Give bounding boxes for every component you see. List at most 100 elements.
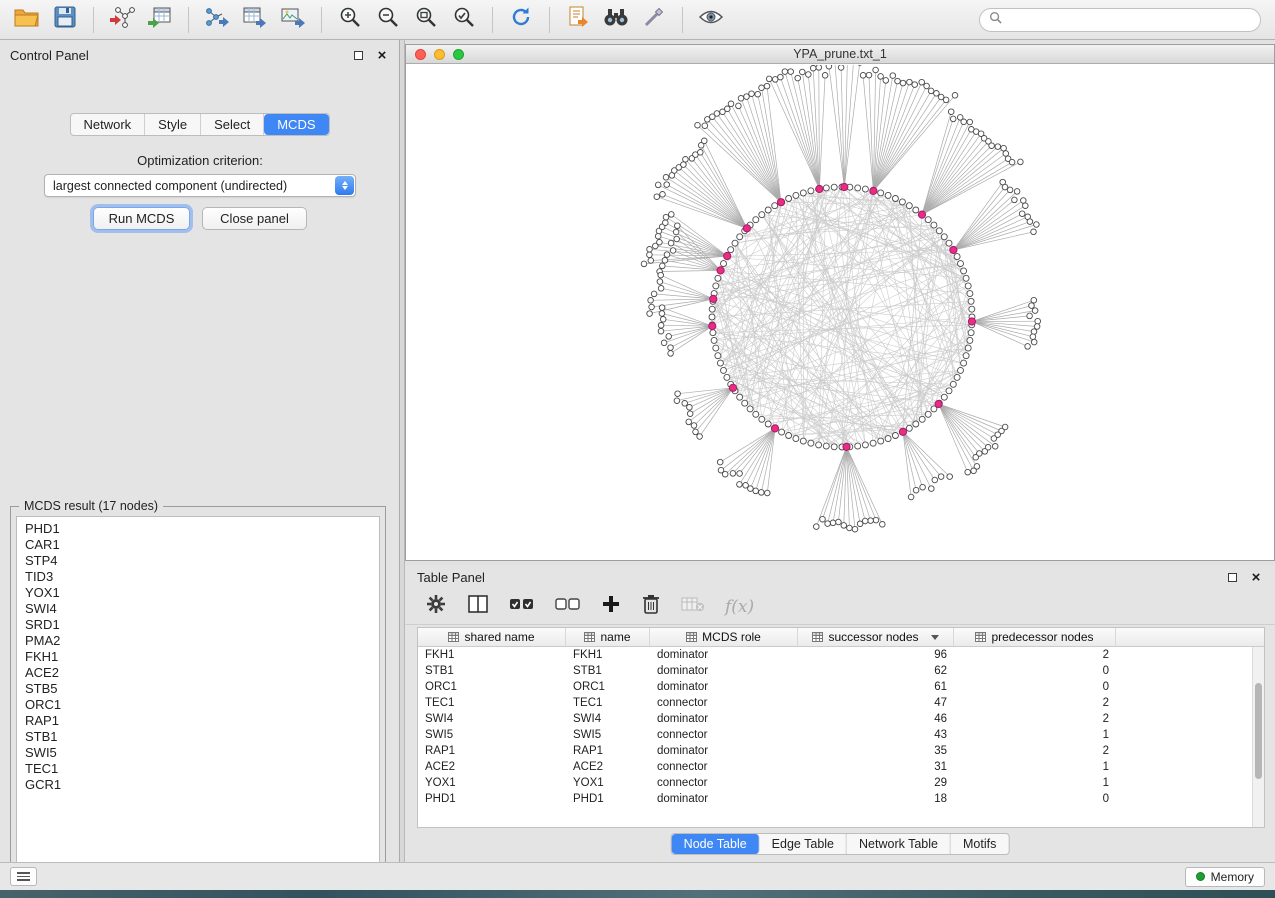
import-table-icon xyxy=(147,5,173,34)
mcds-result-item[interactable]: SRD1 xyxy=(17,617,379,633)
table-row[interactable]: YOX1YOX1connector291 xyxy=(418,775,1264,791)
float-panel-button[interactable] xyxy=(351,48,365,62)
table-row[interactable]: SWI4SWI4dominator462 xyxy=(418,711,1264,727)
table-settings-button[interactable] xyxy=(425,593,447,620)
show-hide-button[interactable] xyxy=(693,4,729,36)
tab-style[interactable]: Style xyxy=(145,114,201,135)
refresh-button[interactable] xyxy=(503,4,539,36)
network-window-title: YPA_prune.txt_1 xyxy=(793,47,887,61)
function-builder-button[interactable]: f(x) xyxy=(725,597,754,617)
zoom-fit-button[interactable] xyxy=(408,4,444,36)
table-panel: Table Panel × f(x) shared name name MCDS… xyxy=(405,565,1275,862)
mcds-result-item[interactable]: STP4 xyxy=(17,553,379,569)
float-table-panel-button[interactable] xyxy=(1225,570,1239,584)
table-cell: ACE2 xyxy=(418,761,566,773)
import-table-button[interactable] xyxy=(142,4,178,36)
table-row[interactable]: PHD1PHD1dominator180 xyxy=(418,791,1264,807)
table-row[interactable]: ACE2ACE2connector311 xyxy=(418,759,1264,775)
mcds-result-item[interactable]: STB1 xyxy=(17,729,379,745)
table-row[interactable]: ORC1ORC1dominator610 xyxy=(418,679,1264,695)
export-table-button[interactable] xyxy=(237,4,273,36)
mcds-result-item[interactable]: GCR1 xyxy=(17,777,379,793)
tab-edge-table[interactable]: Edge Table xyxy=(760,834,847,854)
close-panel-action-button[interactable]: Close panel xyxy=(202,207,307,230)
table-cell: connector xyxy=(650,777,798,789)
search-field[interactable] xyxy=(979,8,1261,32)
open-file-button[interactable] xyxy=(9,4,45,36)
zoom-selected-button[interactable] xyxy=(446,4,482,36)
mcds-result-item[interactable]: SWI5 xyxy=(17,745,379,761)
close-panel-button[interactable]: × xyxy=(375,48,389,62)
delete-column-button[interactable] xyxy=(641,593,661,620)
save-session-button[interactable] xyxy=(47,4,83,36)
tab-select[interactable]: Select xyxy=(201,114,264,135)
mcds-result-list[interactable]: PHD1CAR1STP4TID3YOX1SWI4SRD1PMA2FKH1ACE2… xyxy=(16,516,380,872)
deselect-all-button[interactable] xyxy=(555,596,581,617)
memory-button[interactable]: Memory xyxy=(1185,867,1265,887)
run-mcds-button[interactable]: Run MCDS xyxy=(93,207,190,230)
node-table-body: FKH1FKH1dominator962STB1STB1dominator620… xyxy=(418,647,1264,807)
export-image-icon xyxy=(280,5,306,34)
dropdown-stepper-icon[interactable] xyxy=(335,176,354,195)
column-header-predecessor-nodes[interactable]: predecessor nodes xyxy=(954,628,1116,646)
export-image-button[interactable] xyxy=(275,4,311,36)
close-window-button[interactable] xyxy=(415,49,426,60)
mcds-result-item[interactable]: RAP1 xyxy=(17,713,379,729)
share-document-button[interactable] xyxy=(560,4,596,36)
mcds-result-item[interactable]: YOX1 xyxy=(17,585,379,601)
mcds-result-item[interactable]: ACE2 xyxy=(17,665,379,681)
table-row[interactable]: RAP1RAP1dominator352 xyxy=(418,743,1264,759)
search-input[interactable] xyxy=(1008,13,1251,27)
optimization-criterion-label: Optimization criterion: xyxy=(0,153,400,168)
network-window-titlebar[interactable]: YPA_prune.txt_1 xyxy=(406,45,1274,64)
mcds-result-item[interactable]: ORC1 xyxy=(17,697,379,713)
maximize-window-button[interactable] xyxy=(453,49,464,60)
table-cell: SWI5 xyxy=(418,729,566,741)
panel-menu-button[interactable] xyxy=(10,867,37,886)
tab-node-table[interactable]: Node Table xyxy=(672,834,760,854)
mcds-result-item[interactable]: STB5 xyxy=(17,681,379,697)
tab-mcds[interactable]: MCDS xyxy=(264,114,328,135)
mcds-result-item[interactable]: PHD1 xyxy=(17,521,379,537)
table-row[interactable]: STB1STB1dominator620 xyxy=(418,663,1264,679)
mcds-result-item[interactable]: TID3 xyxy=(17,569,379,585)
criterion-dropdown[interactable]: largest connected component (undirected) xyxy=(44,174,356,197)
network-canvas[interactable] xyxy=(406,65,1274,560)
export-network-button[interactable] xyxy=(199,4,235,36)
control-panel: Control Panel × Network Style Select MCD… xyxy=(0,40,400,862)
table-cell: 96 xyxy=(798,649,954,661)
float-icon xyxy=(1228,573,1237,582)
show-columns-button[interactable] xyxy=(467,594,489,619)
column-header-mcds-role[interactable]: MCDS role xyxy=(650,628,798,646)
column-header-successor-nodes[interactable]: successor nodes xyxy=(798,628,954,646)
binoculars-button[interactable] xyxy=(598,4,634,36)
mcds-result-item[interactable]: FKH1 xyxy=(17,649,379,665)
import-network-button[interactable] xyxy=(104,4,140,36)
table-scrollbar[interactable] xyxy=(1252,647,1264,827)
memory-status-dot xyxy=(1196,872,1205,881)
close-table-panel-button[interactable]: × xyxy=(1249,570,1263,584)
column-header-shared-name[interactable]: shared name xyxy=(418,628,566,646)
select-all-button[interactable] xyxy=(509,596,535,617)
table-row[interactable]: TEC1TEC1connector472 xyxy=(418,695,1264,711)
wand-button[interactable] xyxy=(636,4,672,36)
network-graph[interactable] xyxy=(406,65,1274,561)
tab-network-table[interactable]: Network Table xyxy=(847,834,951,854)
mcds-result-item[interactable]: TEC1 xyxy=(17,761,379,777)
tab-network[interactable]: Network xyxy=(70,114,145,135)
zoom-out-button[interactable] xyxy=(370,4,406,36)
table-row[interactable]: FKH1FKH1dominator962 xyxy=(418,647,1264,663)
mcds-result-item[interactable]: SWI4 xyxy=(17,601,379,617)
tab-motifs[interactable]: Motifs xyxy=(951,834,1008,854)
table-cell: dominator xyxy=(650,713,798,725)
table-row[interactable]: SWI5SWI5connector431 xyxy=(418,727,1264,743)
mcds-result-item[interactable]: CAR1 xyxy=(17,537,379,553)
add-column-button[interactable] xyxy=(601,594,621,619)
minimize-window-button[interactable] xyxy=(434,49,445,60)
delete-table-button-disabled[interactable] xyxy=(681,595,705,618)
scrollbar-thumb[interactable] xyxy=(1255,683,1262,779)
column-header-name[interactable]: name xyxy=(566,628,650,646)
sort-caret-icon[interactable] xyxy=(931,635,939,640)
zoom-in-button[interactable] xyxy=(332,4,368,36)
mcds-result-item[interactable]: PMA2 xyxy=(17,633,379,649)
